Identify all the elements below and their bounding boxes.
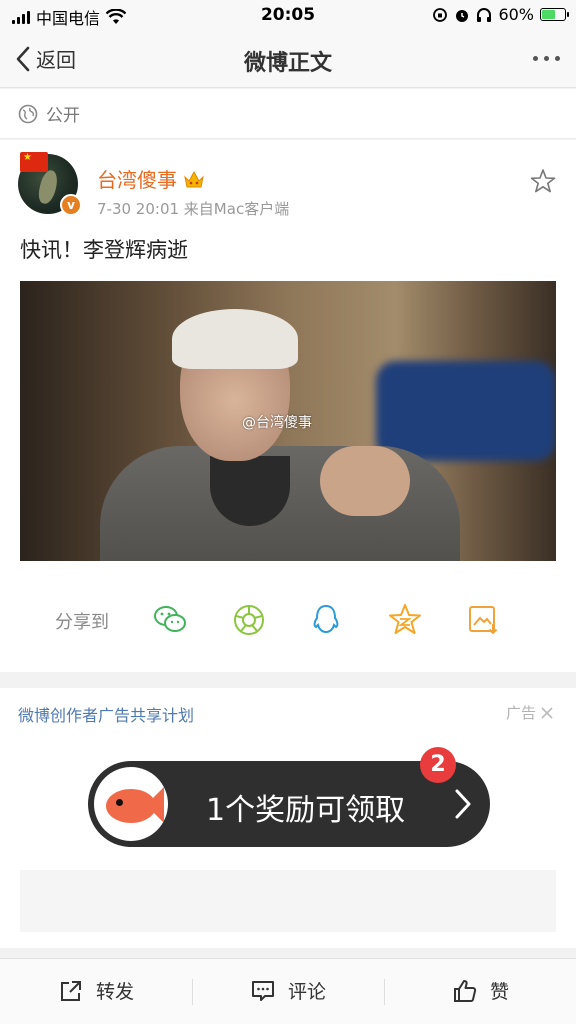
ad-tag[interactable]: 广告 bbox=[506, 702, 554, 723]
share-row: 分享到 bbox=[0, 600, 576, 640]
globe-icon bbox=[18, 104, 38, 123]
battery-level bbox=[542, 10, 556, 19]
headphones-icon bbox=[477, 7, 492, 22]
ad-card: 微博创作者广告共享计划 广告 1个奖励可领取 2 bbox=[0, 688, 576, 948]
status-bar: 中国电信 20:05 60% bbox=[0, 0, 576, 30]
crown-icon bbox=[184, 170, 204, 187]
comment-label: 评论 bbox=[288, 981, 327, 1003]
avatar[interactable]: v bbox=[18, 152, 82, 216]
comment-button[interactable]: 评论 bbox=[250, 977, 326, 1004]
visibility-row: 公开 bbox=[0, 89, 576, 139]
ad-title[interactable]: 微博创作者广告共享计划 bbox=[18, 702, 194, 726]
reward-button[interactable]: 1个奖励可领取 2 bbox=[88, 747, 490, 847]
dot-icon bbox=[544, 56, 549, 61]
reward-text: 1个奖励可领取 bbox=[206, 793, 406, 828]
battery-icon bbox=[540, 8, 569, 21]
photo-hair bbox=[172, 309, 298, 369]
like-label: 赞 bbox=[490, 981, 510, 1003]
photo-sofa bbox=[376, 361, 556, 461]
more-options-button[interactable] bbox=[533, 56, 560, 61]
share-out-icon bbox=[61, 980, 81, 1001]
save-image-icon[interactable] bbox=[465, 602, 501, 638]
close-icon[interactable] bbox=[540, 706, 554, 720]
ad-tag-label: 广告 bbox=[505, 704, 536, 722]
qzone-icon[interactable] bbox=[387, 602, 423, 638]
post-card: v 台湾傻事 7-30 20:01 来自Mac客户端 快讯！李登辉病逝 @台湾傻… bbox=[0, 140, 576, 672]
repost-button[interactable]: 转发 bbox=[58, 977, 134, 1004]
reward-count-badge: 2 bbox=[420, 747, 456, 783]
post-text: 快讯！李登辉病逝 bbox=[20, 238, 188, 262]
photo-hand bbox=[320, 446, 410, 516]
like-button[interactable]: 赞 bbox=[452, 977, 509, 1004]
author-name[interactable]: 台湾傻事 bbox=[97, 164, 177, 193]
bottom-toolbar: 转发 评论 赞 bbox=[0, 958, 576, 1024]
flag-icon bbox=[20, 152, 48, 172]
thumbs-up-icon bbox=[454, 979, 477, 1002]
island-shape bbox=[36, 168, 60, 206]
dot-icon bbox=[555, 56, 560, 61]
ad-placeholder bbox=[20, 870, 556, 932]
post-image[interactable]: @台湾傻事 bbox=[20, 281, 556, 561]
repost-label: 转发 bbox=[96, 981, 135, 1003]
verified-badge: v bbox=[60, 194, 82, 216]
divider bbox=[384, 979, 385, 1005]
divider bbox=[192, 979, 193, 1005]
favorite-star-icon[interactable] bbox=[530, 168, 556, 194]
page-title: 微博正文 bbox=[243, 51, 332, 76]
dot-icon bbox=[533, 56, 538, 61]
author-name-row[interactable]: 台湾傻事 bbox=[97, 164, 205, 193]
wechat-icon[interactable] bbox=[152, 602, 188, 638]
alarm-icon bbox=[456, 9, 469, 22]
image-watermark: @台湾傻事 bbox=[242, 415, 312, 431]
visibility-label: 公开 bbox=[46, 106, 80, 126]
qq-icon[interactable] bbox=[308, 602, 344, 638]
chevron-right-icon bbox=[455, 789, 471, 819]
navigation-bar: 返回 微博正文 bbox=[0, 30, 576, 88]
share-label: 分享到 bbox=[55, 612, 109, 633]
moments-icon[interactable] bbox=[231, 602, 267, 638]
koi-fish-icon bbox=[94, 767, 168, 841]
comment-icon bbox=[252, 980, 274, 1001]
rotation-lock-icon bbox=[433, 7, 448, 22]
post-meta: 7-30 20:01 来自Mac客户端 bbox=[97, 200, 290, 218]
battery-percent: 60% bbox=[498, 5, 534, 24]
